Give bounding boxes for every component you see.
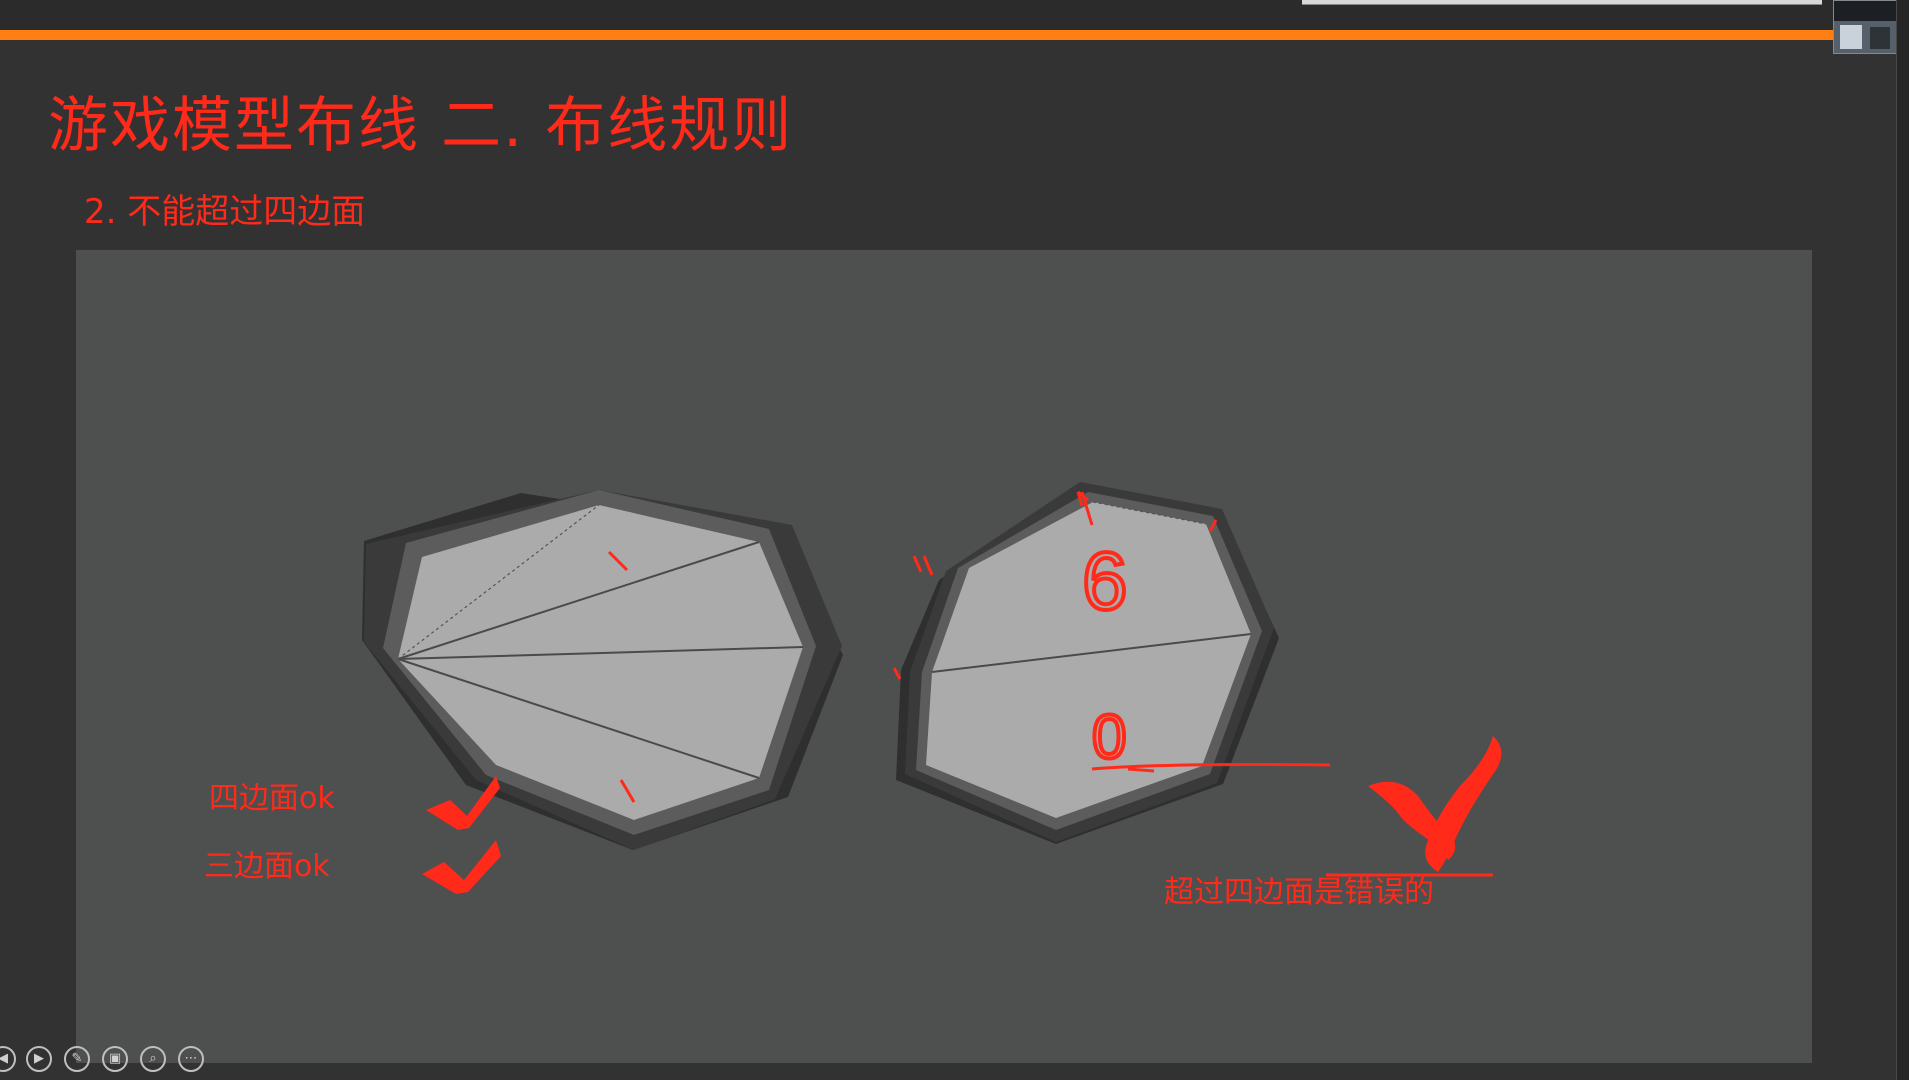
zoom-icon[interactable]: ⌕ bbox=[140, 1046, 166, 1072]
accent-bar bbox=[0, 30, 1835, 40]
top-address-field[interactable] bbox=[1302, 0, 1822, 5]
right-scrollbar[interactable] bbox=[1896, 0, 1909, 1080]
wrong-x-mark-stroke2 bbox=[1425, 736, 1502, 872]
previous-icon[interactable]: ◀ bbox=[0, 1046, 16, 1072]
note-quad-ok: 四边面ok bbox=[209, 781, 335, 816]
more-icon[interactable]: ⋯ bbox=[178, 1046, 204, 1072]
right-model-ngon bbox=[892, 482, 1502, 877]
pen-icon[interactable]: ✎ bbox=[64, 1046, 90, 1072]
edge-count-bottom: 0 bbox=[1092, 703, 1126, 772]
model-viewport: 6 0 四边面ok 三边面ok 超过四边面是错误的 bbox=[76, 250, 1812, 1063]
note-ngon-wrong: 超过四边面是错误的 bbox=[1164, 875, 1434, 910]
slides-icon[interactable]: ▣ bbox=[102, 1046, 128, 1072]
edge-count-top: 6 bbox=[1082, 536, 1128, 627]
webcam-thumbnail[interactable] bbox=[1833, 0, 1905, 54]
slide-subtitle: 2. 不能超过四边面 bbox=[84, 192, 366, 232]
left-model-triangulated bbox=[362, 490, 843, 850]
note-tri-ok: 三边面ok bbox=[204, 849, 330, 884]
top-bar bbox=[0, 0, 1909, 30]
slide-title: 游戏模型布线 二. 布线规则 bbox=[48, 91, 794, 161]
check-mark-tri bbox=[422, 840, 501, 894]
play-icon[interactable]: ▶ bbox=[26, 1046, 52, 1072]
model-illustration: 6 0 bbox=[362, 482, 1502, 894]
